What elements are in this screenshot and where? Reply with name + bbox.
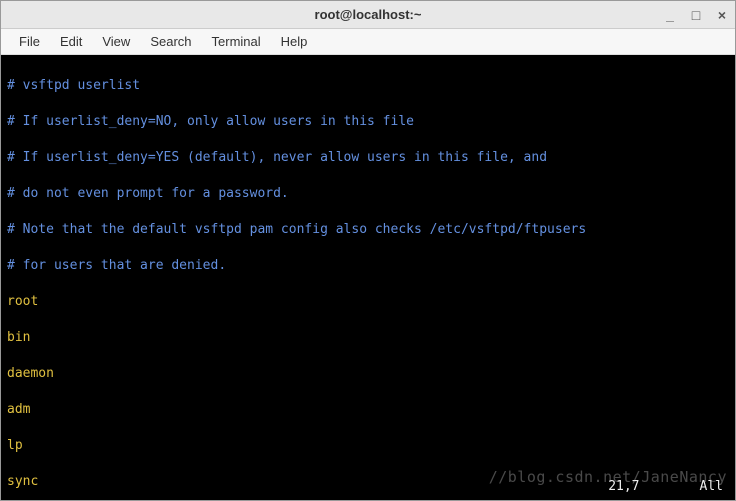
list-item: lp	[7, 437, 729, 455]
terminal-area[interactable]: # vsftpd userlist # If userlist_deny=NO,…	[1, 55, 735, 500]
comment-line: # If userlist_deny=YES (default), never …	[7, 149, 729, 167]
comment-line: # for users that are denied.	[7, 257, 729, 275]
list-item: daemon	[7, 365, 729, 383]
menu-file[interactable]: File	[9, 31, 50, 52]
vim-scroll-position: All	[700, 479, 723, 494]
menubar: File Edit View Search Terminal Help	[1, 29, 735, 55]
list-item: adm	[7, 401, 729, 419]
window-titlebar: root@localhost:~ _ □ ×	[1, 1, 735, 29]
comment-line: # Note that the default vsftpd pam confi…	[7, 221, 729, 239]
menu-edit[interactable]: Edit	[50, 31, 92, 52]
window-controls: _ □ ×	[663, 1, 729, 28]
minimize-icon[interactable]: _	[663, 8, 677, 22]
window-title: root@localhost:~	[315, 7, 422, 22]
vim-cursor-position: 21,7	[608, 479, 639, 494]
maximize-icon[interactable]: □	[689, 8, 703, 22]
comment-line: # vsftpd userlist	[7, 77, 729, 95]
close-icon[interactable]: ×	[715, 8, 729, 22]
vim-status-position: 21,7 All	[593, 460, 723, 496]
menu-terminal[interactable]: Terminal	[202, 31, 271, 52]
list-item: bin	[7, 329, 729, 347]
menu-search[interactable]: Search	[140, 31, 201, 52]
list-item: root	[7, 293, 729, 311]
menu-view[interactable]: View	[92, 31, 140, 52]
menu-help[interactable]: Help	[271, 31, 318, 52]
comment-line: # If userlist_deny=NO, only allow users …	[7, 113, 729, 131]
comment-line: # do not even prompt for a password.	[7, 185, 729, 203]
